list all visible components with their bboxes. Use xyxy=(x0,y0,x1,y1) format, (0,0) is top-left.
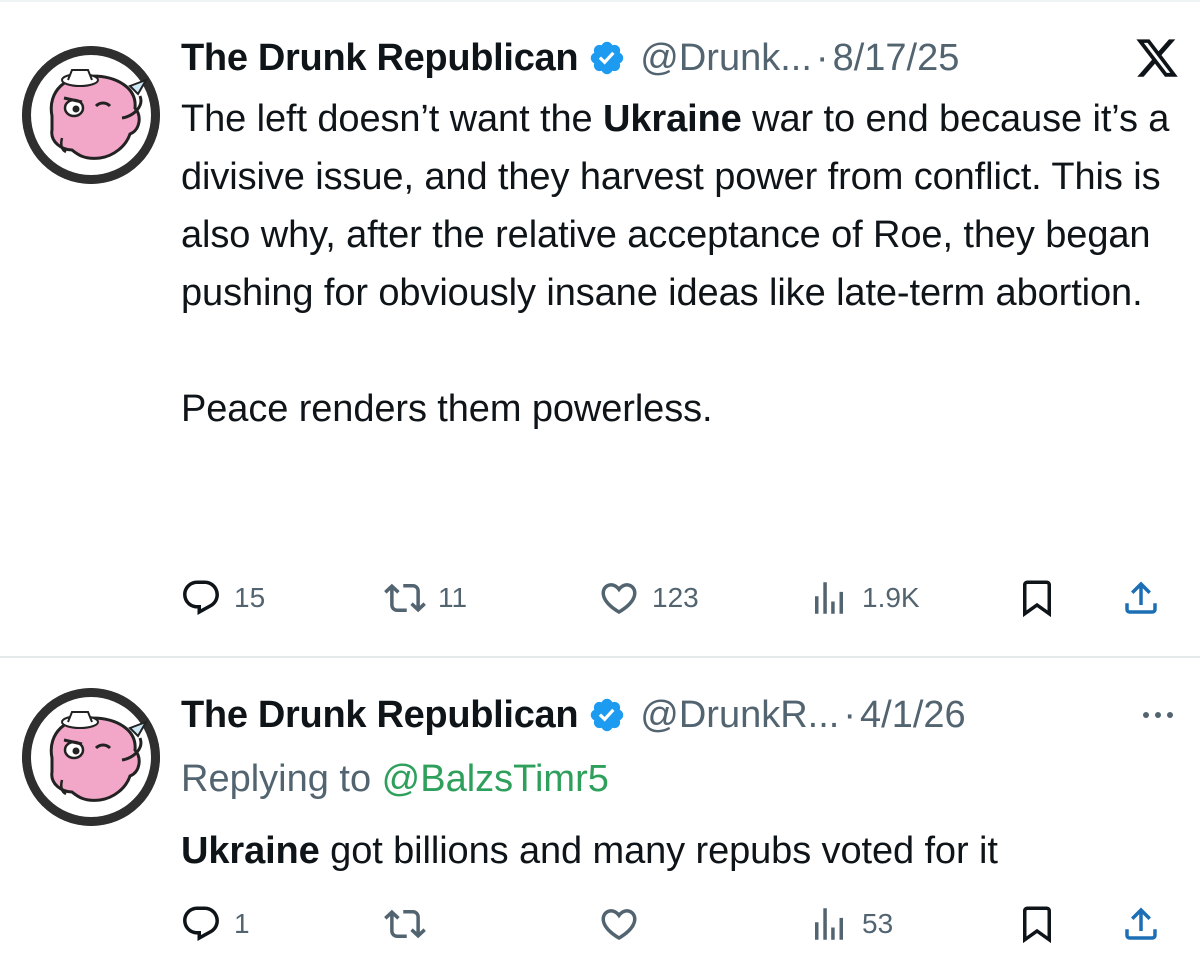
repost-button[interactable]: 11 xyxy=(384,574,467,622)
separator-dot: · xyxy=(815,36,829,79)
tweet-paragraph: Ukraine got billions and many repubs vot… xyxy=(181,822,1171,880)
verified-badge-icon xyxy=(591,698,624,732)
reply-icon xyxy=(183,580,219,615)
share-button[interactable] xyxy=(1120,900,1162,948)
views-button[interactable]: 53 xyxy=(808,900,893,948)
tweet-text: The left doesn’t want the Ukraine war to… xyxy=(181,90,1171,438)
reply-icon xyxy=(183,906,219,941)
tweet-paragraph: Peace renders them powerless. xyxy=(181,388,713,430)
repost-button[interactable] xyxy=(384,900,426,948)
heart-icon xyxy=(601,909,637,941)
share-icon xyxy=(1125,907,1157,940)
bold-text: Ukraine xyxy=(181,830,320,872)
verified-badge-icon xyxy=(591,41,624,75)
bookmark-button[interactable] xyxy=(1016,574,1058,622)
repost-count: 11 xyxy=(438,582,468,613)
views-icon xyxy=(815,582,843,614)
share-button[interactable] xyxy=(1120,574,1162,622)
views-icon xyxy=(815,908,843,940)
author-handle[interactable]: @DrunkR... xyxy=(640,694,839,737)
author-name[interactable]: The Drunk Republican xyxy=(181,37,579,80)
x-logo-icon[interactable] xyxy=(1134,35,1180,81)
text-segment: The left doesn’t want the xyxy=(181,98,603,140)
replying-to-label: Replying to xyxy=(181,758,382,800)
retweet-icon xyxy=(384,909,426,939)
tweet-paragraph: The left doesn’t want the Ukraine war to… xyxy=(181,90,1171,322)
bold-text: Ukraine xyxy=(603,98,742,140)
reply-button[interactable]: 1 xyxy=(180,900,250,948)
tweet-date[interactable]: 4/1/26 xyxy=(860,694,966,737)
elephant-avatar-image xyxy=(22,46,160,184)
bookmark-icon xyxy=(1023,580,1051,618)
tweet-header: The Drunk Republican @DrunkR... · 4/1/26 xyxy=(181,693,1180,737)
tweet[interactable]: The Drunk Republican @Drunk... · 8/17/25… xyxy=(0,0,1200,656)
tweet-feed: The Drunk Republican @Drunk... · 8/17/25… xyxy=(0,0,1200,964)
avatar[interactable] xyxy=(22,46,160,184)
tweet-date[interactable]: 8/17/25 xyxy=(833,37,960,80)
text-segment: got billions and many repubs voted for i… xyxy=(319,830,998,872)
tweet-text: Ukraine got billions and many repubs vot… xyxy=(181,822,1171,880)
action-bar: 15 11 123 1.9K xyxy=(180,574,1180,622)
separator-dot: · xyxy=(843,693,856,736)
like-button[interactable] xyxy=(598,900,640,948)
tweet-header: The Drunk Republican @Drunk... · 8/17/25 xyxy=(181,36,1180,80)
heart-icon xyxy=(601,583,637,615)
like-count: 123 xyxy=(652,582,699,613)
views-count: 1.9K xyxy=(862,582,920,613)
retweet-icon xyxy=(384,583,426,613)
views-count: 53 xyxy=(862,908,894,939)
reply-button[interactable]: 15 xyxy=(180,574,265,622)
author-name[interactable]: The Drunk Republican xyxy=(181,694,579,737)
action-bar: 1 53 xyxy=(180,900,1180,948)
replying-to-handle[interactable]: @BalzsTimr5 xyxy=(382,758,609,800)
more-icon[interactable] xyxy=(1136,705,1180,725)
author-handle[interactable]: @Drunk... xyxy=(640,37,812,80)
bookmark-button[interactable] xyxy=(1016,900,1058,948)
elephant-avatar-image xyxy=(22,688,160,826)
views-button[interactable]: 1.9K xyxy=(808,574,920,622)
bookmark-icon xyxy=(1023,906,1051,944)
reply-count: 1 xyxy=(234,908,250,939)
like-button[interactable]: 123 xyxy=(598,574,699,622)
share-icon xyxy=(1125,581,1157,614)
replying-to: Replying to @BalzsTimr5 xyxy=(181,758,609,801)
avatar[interactable] xyxy=(22,688,160,826)
reply-count: 15 xyxy=(234,582,266,613)
tweet[interactable]: The Drunk Republican @DrunkR... · 4/1/26… xyxy=(0,656,1200,964)
